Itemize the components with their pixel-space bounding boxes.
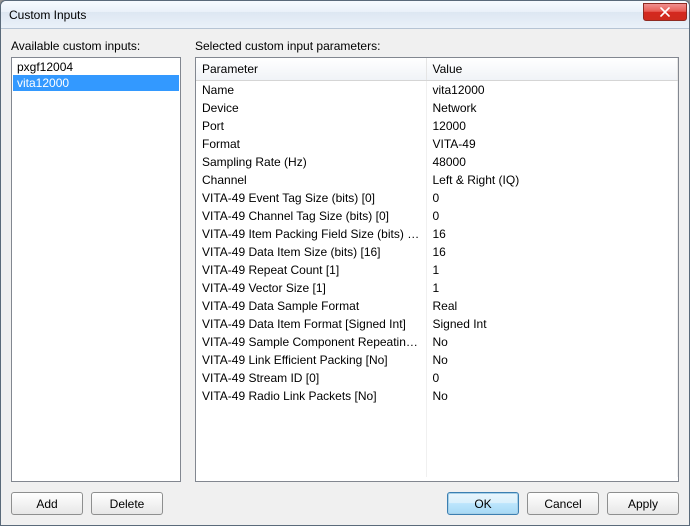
- list-item[interactable]: vita12000: [13, 75, 179, 91]
- cell-parameter: Port: [196, 117, 426, 135]
- cell-value: 48000: [426, 153, 678, 171]
- cell-value: 0: [426, 207, 678, 225]
- table-row[interactable]: DeviceNetwork: [196, 99, 678, 117]
- table-row: [196, 405, 678, 423]
- cell-parameter: VITA-49 Data Item Format [Signed Int]: [196, 315, 426, 333]
- column-header-parameter[interactable]: Parameter: [196, 58, 426, 81]
- cell-value: No: [426, 351, 678, 369]
- table-row[interactable]: VITA-49 Data Sample FormatReal: [196, 297, 678, 315]
- cell-parameter: VITA-49 Data Sample Format: [196, 297, 426, 315]
- available-inputs-label: Available custom inputs:: [11, 39, 181, 53]
- cell-parameter: Format: [196, 135, 426, 153]
- parameters-table: Parameter Value Namevita12000DeviceNetwo…: [196, 58, 678, 477]
- table-row[interactable]: VITA-49 Stream ID [0]0: [196, 369, 678, 387]
- cell-value: vita12000: [426, 81, 678, 100]
- cell-parameter: Name: [196, 81, 426, 100]
- cell-value: Left & Right (IQ): [426, 171, 678, 189]
- ok-button[interactable]: OK: [447, 492, 519, 515]
- table-row[interactable]: VITA-49 Radio Link Packets [No]No: [196, 387, 678, 405]
- cell-value: 1: [426, 279, 678, 297]
- cell-value: 0: [426, 189, 678, 207]
- close-icon: [660, 7, 670, 17]
- cell-parameter: Channel: [196, 171, 426, 189]
- table-row[interactable]: FormatVITA-49: [196, 135, 678, 153]
- cell-parameter: VITA-49 Sample Component Repeating [No]: [196, 333, 426, 351]
- cell-parameter: VITA-49 Stream ID [0]: [196, 369, 426, 387]
- table-row[interactable]: Sampling Rate (Hz)48000: [196, 153, 678, 171]
- cell-value: Signed Int: [426, 315, 678, 333]
- titlebar[interactable]: Custom Inputs: [1, 1, 689, 29]
- parameters-label: Selected custom input parameters:: [195, 39, 679, 53]
- table-row[interactable]: ChannelLeft & Right (IQ): [196, 171, 678, 189]
- cell-parameter: VITA-49 Vector Size [1]: [196, 279, 426, 297]
- table-row: [196, 441, 678, 459]
- table-row[interactable]: VITA-49 Vector Size [1]1: [196, 279, 678, 297]
- cell-value: 12000: [426, 117, 678, 135]
- cell-value: 16: [426, 243, 678, 261]
- table-row[interactable]: VITA-49 Event Tag Size (bits) [0]0: [196, 189, 678, 207]
- list-item[interactable]: pxgf12004: [13, 59, 179, 75]
- table-row[interactable]: Namevita12000: [196, 81, 678, 100]
- cell-value: No: [426, 387, 678, 405]
- table-header-row: Parameter Value: [196, 58, 678, 81]
- table-row[interactable]: VITA-49 Repeat Count [1]1: [196, 261, 678, 279]
- available-inputs-listbox[interactable]: pxgf12004vita12000: [11, 57, 181, 482]
- button-row: Add Delete OK Cancel Apply: [11, 492, 679, 515]
- table-row[interactable]: VITA-49 Data Item Size (bits) [16]16: [196, 243, 678, 261]
- cancel-button[interactable]: Cancel: [527, 492, 599, 515]
- cell-parameter: VITA-49 Channel Tag Size (bits) [0]: [196, 207, 426, 225]
- table-row[interactable]: VITA-49 Item Packing Field Size (bits) […: [196, 225, 678, 243]
- window-title: Custom Inputs: [9, 8, 643, 22]
- main-row: Available custom inputs: pxgf12004vita12…: [11, 39, 679, 482]
- cell-parameter: VITA-49 Radio Link Packets [No]: [196, 387, 426, 405]
- table-row[interactable]: Port12000: [196, 117, 678, 135]
- dialog-window: Custom Inputs Available custom inputs: p…: [0, 0, 690, 526]
- cell-parameter: Device: [196, 99, 426, 117]
- cell-value: Real: [426, 297, 678, 315]
- cell-value: 16: [426, 225, 678, 243]
- parameters-column: Selected custom input parameters: Parame…: [195, 39, 679, 482]
- apply-button[interactable]: Apply: [607, 492, 679, 515]
- cell-parameter: VITA-49 Data Item Size (bits) [16]: [196, 243, 426, 261]
- cell-value: 0: [426, 369, 678, 387]
- table-row[interactable]: VITA-49 Link Efficient Packing [No]No: [196, 351, 678, 369]
- table-row[interactable]: VITA-49 Sample Component Repeating [No]N…: [196, 333, 678, 351]
- cell-parameter: VITA-49 Repeat Count [1]: [196, 261, 426, 279]
- table-row: [196, 423, 678, 441]
- cell-value: No: [426, 333, 678, 351]
- cell-parameter: Sampling Rate (Hz): [196, 153, 426, 171]
- available-inputs-column: Available custom inputs: pxgf12004vita12…: [11, 39, 181, 482]
- table-row: [196, 459, 678, 477]
- client-area: Available custom inputs: pxgf12004vita12…: [1, 29, 689, 525]
- cell-parameter: VITA-49 Event Tag Size (bits) [0]: [196, 189, 426, 207]
- table-row[interactable]: VITA-49 Data Item Format [Signed Int]Sig…: [196, 315, 678, 333]
- cell-value: 1: [426, 261, 678, 279]
- close-button[interactable]: [643, 3, 687, 21]
- table-row[interactable]: VITA-49 Channel Tag Size (bits) [0]0: [196, 207, 678, 225]
- cell-value: VITA-49: [426, 135, 678, 153]
- cell-value: Network: [426, 99, 678, 117]
- column-header-value[interactable]: Value: [426, 58, 678, 81]
- delete-button[interactable]: Delete: [91, 492, 163, 515]
- cell-parameter: VITA-49 Item Packing Field Size (bits) […: [196, 225, 426, 243]
- add-button[interactable]: Add: [11, 492, 83, 515]
- parameters-table-container[interactable]: Parameter Value Namevita12000DeviceNetwo…: [195, 57, 679, 482]
- cell-parameter: VITA-49 Link Efficient Packing [No]: [196, 351, 426, 369]
